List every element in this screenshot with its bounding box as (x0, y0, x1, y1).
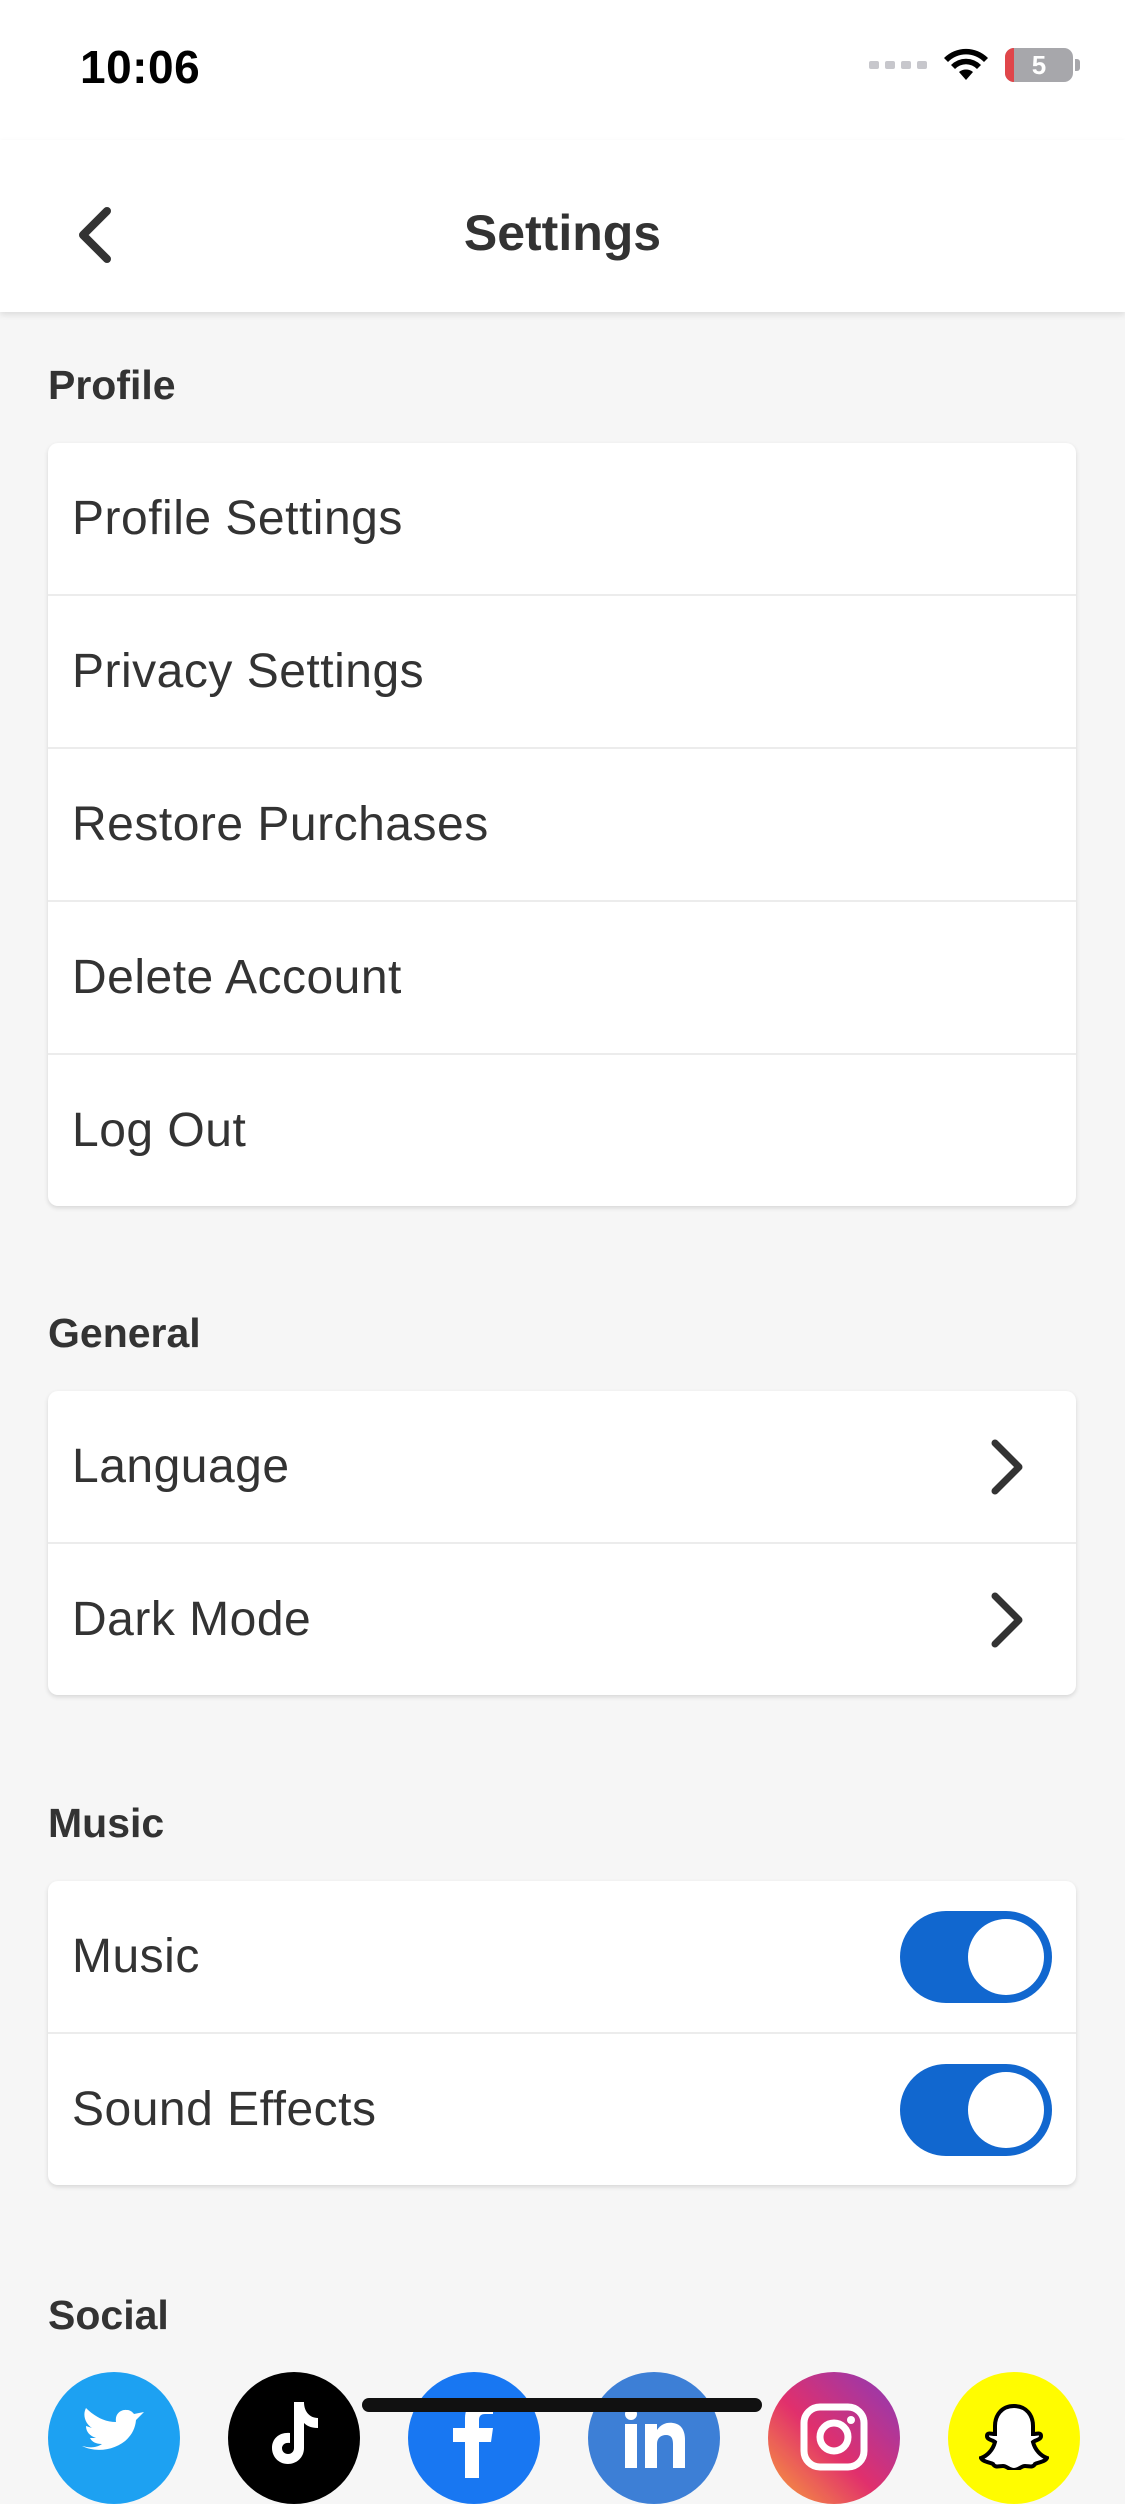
wifi-icon (944, 48, 988, 80)
row-label: Sound Effects (72, 2083, 377, 2136)
chevron-right-icon (982, 1437, 1032, 1497)
section-header-profile: Profile (48, 362, 176, 408)
status-time: 10:06 (80, 41, 201, 93)
snapchat-icon[interactable] (948, 2372, 1080, 2504)
battery-cap (1075, 59, 1080, 71)
cellular-signal-icon (869, 61, 927, 69)
delete-account-row[interactable]: Delete Account (48, 902, 1076, 1055)
toggle-knob (968, 2071, 1044, 2148)
row-label: Profile Settings (72, 492, 403, 545)
section-header-music: Music (48, 1800, 165, 1846)
row-label: Dark Mode (72, 1593, 312, 1646)
sound-effects-toggle[interactable] (900, 2063, 1052, 2156)
home-indicator (362, 2398, 762, 2412)
facebook-icon[interactable] (408, 2372, 540, 2504)
restore-purchases-row[interactable]: Restore Purchases (48, 749, 1076, 902)
language-row[interactable]: Language (48, 1391, 1076, 1544)
linkedin-icon[interactable] (588, 2372, 720, 2504)
page-title: Settings (463, 205, 662, 261)
section-header-general: General (48, 1310, 201, 1356)
music-card: Music Sound Effects (48, 1881, 1076, 2185)
chevron-right-icon (982, 1590, 1032, 1650)
section-header-social: Social (48, 2292, 169, 2338)
privacy-settings-row[interactable]: Privacy Settings (48, 596, 1076, 749)
battery-level: 5 (1031, 49, 1047, 80)
toggle-knob (968, 1918, 1044, 1995)
sound-effects-row: Sound Effects (48, 2034, 1076, 2185)
battery-icon: 5 (1005, 48, 1073, 82)
tiktok-icon[interactable] (228, 2372, 360, 2504)
status-indicators: 5 (869, 48, 1080, 82)
social-icons-row (48, 2372, 1080, 2504)
instagram-icon[interactable] (768, 2372, 900, 2504)
status-bar: 10:06 5 (0, 0, 1125, 140)
row-label: Restore Purchases (72, 798, 489, 851)
profile-settings-row[interactable]: Profile Settings (48, 443, 1076, 596)
row-label: Delete Account (72, 951, 402, 1004)
row-label: Language (72, 1440, 290, 1493)
row-label: Music (72, 1930, 200, 1983)
music-toggle[interactable] (900, 1910, 1052, 2003)
row-label: Privacy Settings (72, 645, 425, 698)
general-card: Language Dark Mode (48, 1391, 1076, 1695)
profile-card: Profile Settings Privacy Settings Restor… (48, 443, 1076, 1206)
dark-mode-row[interactable]: Dark Mode (48, 1544, 1076, 1695)
music-row: Music (48, 1881, 1076, 2034)
twitter-icon[interactable] (48, 2372, 180, 2504)
log-out-row[interactable]: Log Out (48, 1055, 1076, 1206)
row-label: Log Out (72, 1104, 247, 1157)
navigation-bar: Settings (0, 140, 1125, 312)
